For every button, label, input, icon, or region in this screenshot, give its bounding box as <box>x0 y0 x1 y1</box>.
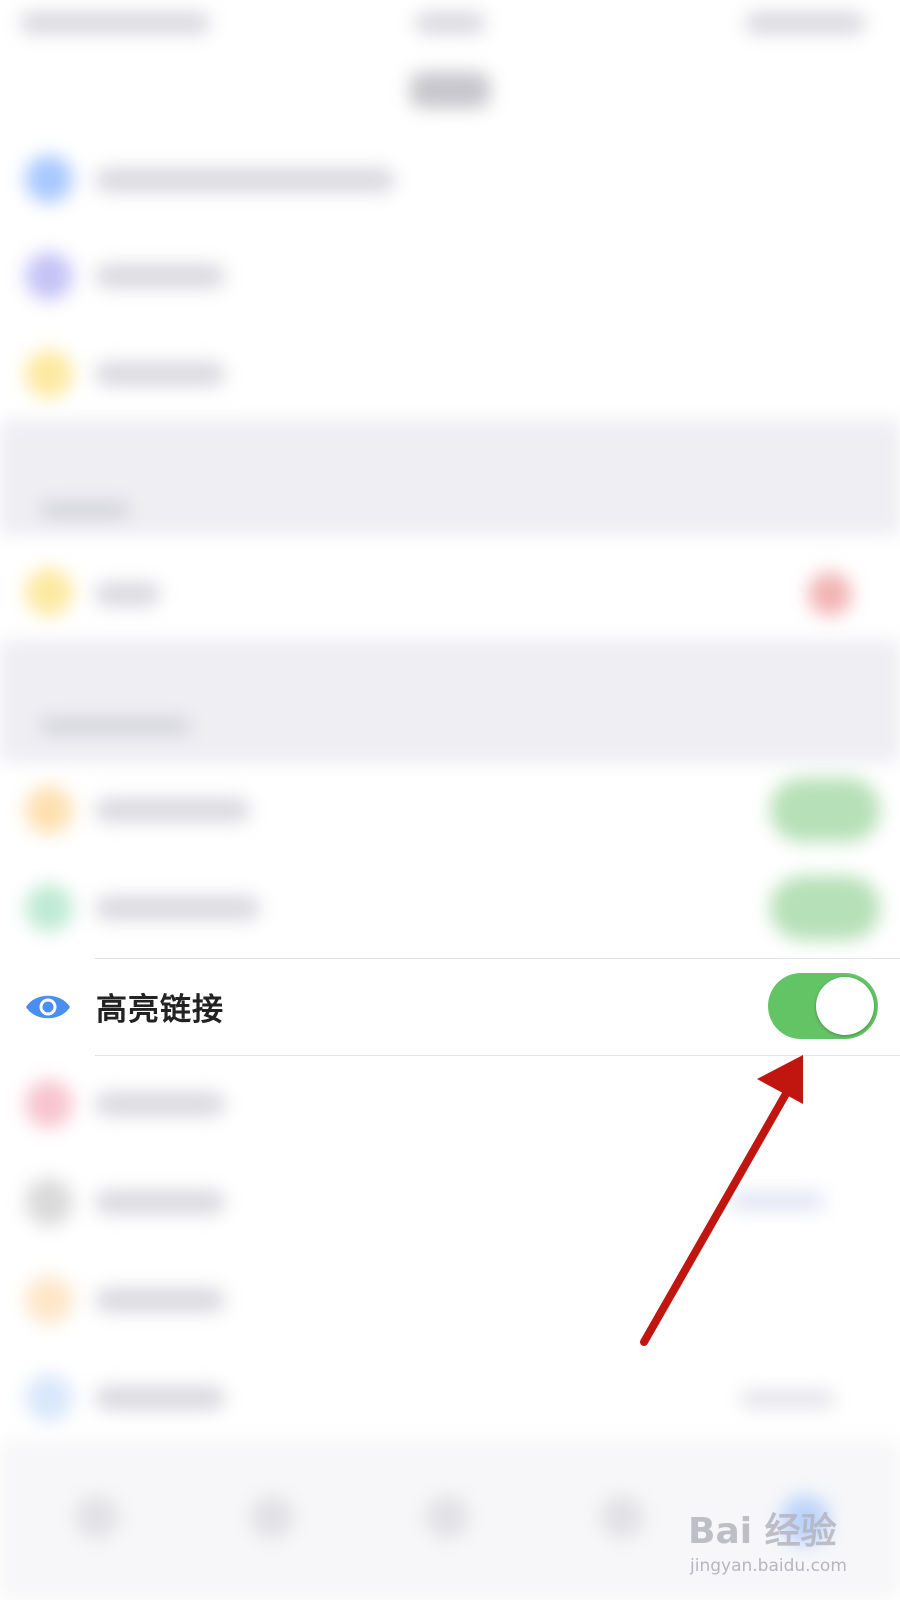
highlight-links-row[interactable]: 高亮链接 <box>0 958 900 1056</box>
row-text-blurred <box>95 1092 225 1116</box>
toggle-blurred <box>770 778 880 842</box>
section-gap <box>0 640 900 762</box>
row-text-blurred <box>95 798 250 822</box>
status-bar-center <box>415 12 485 34</box>
row-value-blurred <box>740 1390 835 1408</box>
tab-icon-blurred <box>75 1495 119 1539</box>
section-gap <box>0 420 900 535</box>
row-text-blurred <box>95 362 225 386</box>
row-icon-blurred <box>25 1080 73 1128</box>
tab-icon-blurred <box>600 1495 644 1539</box>
row-icon-blurred <box>25 1374 73 1422</box>
watermark-brand: Bai 经验 <box>688 1511 837 1552</box>
row-text-blurred <box>95 1386 225 1410</box>
row-value-blurred <box>730 1192 825 1210</box>
row-icon-blurred <box>25 884 73 932</box>
row-text-blurred <box>95 168 395 192</box>
row-text-blurred <box>95 264 225 288</box>
blurred-background <box>0 0 900 1600</box>
row-icon-blurred <box>25 252 73 300</box>
highlight-links-toggle[interactable] <box>768 973 878 1039</box>
status-bar-right <box>745 12 865 34</box>
tab-icon-blurred <box>250 1495 294 1539</box>
row-icon-blurred <box>25 786 73 834</box>
row-divider-bottom <box>95 1055 900 1056</box>
row-text-blurred <box>95 896 260 920</box>
eye-icon <box>24 989 72 1025</box>
tab-icon-blurred <box>425 1495 469 1539</box>
toggle-blurred <box>770 876 880 940</box>
watermark: Bai 经验 jingyan.baidu.com <box>688 1502 888 1587</box>
row-icon-blurred <box>25 1178 73 1226</box>
row-icon-blurred <box>25 155 73 203</box>
row-icon-blurred <box>25 568 73 616</box>
toggle-knob <box>816 977 874 1035</box>
badge-blurred <box>808 572 852 616</box>
highlight-links-label: 高亮链接 <box>96 992 224 1028</box>
page-title-blurred <box>410 72 490 108</box>
watermark-url: jingyan.baidu.com <box>690 1556 847 1576</box>
row-text-blurred <box>95 1190 225 1214</box>
section-header-blurred <box>40 502 130 518</box>
row-divider-top <box>95 958 900 959</box>
row-icon-blurred <box>25 350 73 398</box>
status-bar-time <box>20 12 210 34</box>
row-text-blurred <box>95 1288 225 1312</box>
row-text-blurred <box>95 582 160 606</box>
row-icon-blurred <box>25 1276 73 1324</box>
section-header-blurred <box>40 718 190 734</box>
